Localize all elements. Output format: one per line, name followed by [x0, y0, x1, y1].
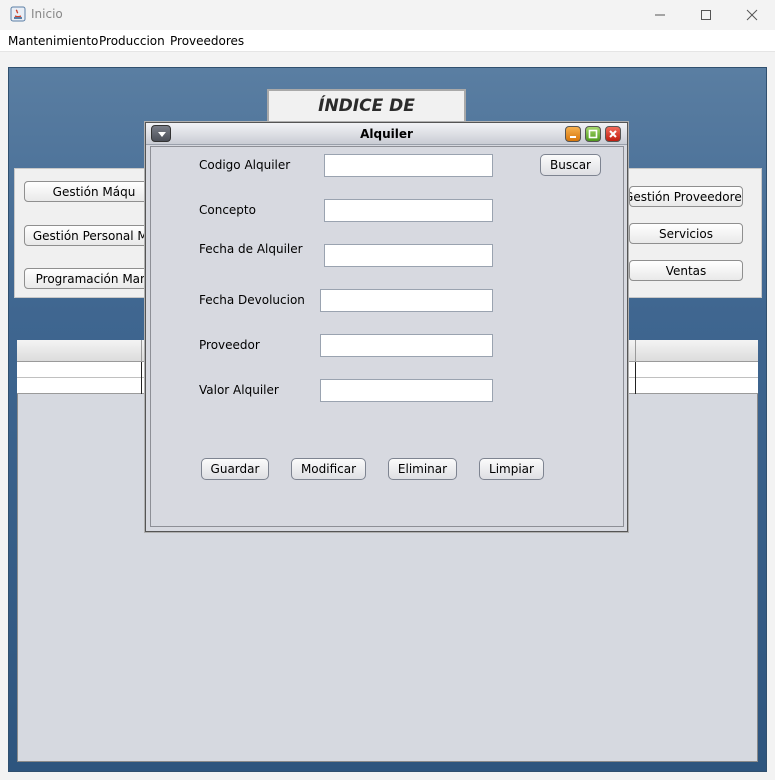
eliminar-button[interactable]: Eliminar: [388, 458, 457, 480]
label-concepto: Concepto: [199, 203, 256, 217]
heading-box: ÍNDICE DE BÚSQUEDA: [267, 89, 466, 146]
label-fecha-devolucion: Fecha Devolucion: [199, 293, 305, 307]
gestion-personal-button[interactable]: Gestión Personal Ma: [24, 225, 164, 246]
fecha-devolucion-input[interactable]: [320, 289, 493, 312]
servicios-button[interactable]: Servicios: [629, 223, 743, 244]
close-icon[interactable]: [605, 126, 621, 142]
gestion-proveedores-button[interactable]: Gestión Proveedores: [629, 186, 743, 207]
minimize-icon[interactable]: [637, 0, 683, 30]
buscar-button[interactable]: Buscar: [540, 154, 601, 176]
menu-produccion[interactable]: Produccion: [99, 34, 165, 48]
table-column-divider: [635, 362, 636, 394]
menu-mantenimiento[interactable]: Mantenimiento: [8, 34, 98, 48]
label-fecha-alquiler: Fecha de Alquiler: [199, 242, 303, 256]
limpiar-button[interactable]: Limpiar: [479, 458, 544, 480]
gestion-maquinas-button[interactable]: Gestión Máqu: [24, 181, 164, 202]
menu-proveedores[interactable]: Proveedores: [170, 34, 244, 48]
table-column-divider: [141, 362, 142, 394]
modificar-button[interactable]: Modificar: [291, 458, 366, 480]
minimize-icon[interactable]: [565, 126, 581, 142]
label-proveedor: Proveedor: [199, 338, 260, 352]
window-title: Inicio: [31, 7, 63, 21]
valor-alquiler-input[interactable]: [320, 379, 493, 402]
label-valor-alquiler: Valor Alquiler: [199, 383, 279, 397]
dialog-title: Alquiler: [360, 127, 413, 141]
concepto-input[interactable]: [324, 199, 493, 222]
close-icon[interactable]: [729, 0, 775, 30]
java-app-icon: [10, 6, 26, 22]
programacion-mantenimiento-button[interactable]: Programación Mant: [24, 268, 164, 289]
codigo-alquiler-input[interactable]: [324, 154, 493, 177]
label-codigo-alquiler: Codigo Alquiler: [199, 158, 291, 172]
maximize-icon[interactable]: [683, 0, 729, 30]
proveedor-input[interactable]: [320, 334, 493, 357]
system-menu-icon[interactable]: [151, 125, 171, 142]
guardar-button[interactable]: Guardar: [201, 458, 269, 480]
fecha-alquiler-input[interactable]: [324, 244, 493, 267]
ventas-button[interactable]: Ventas: [629, 260, 743, 281]
maximize-icon[interactable]: [585, 126, 601, 142]
